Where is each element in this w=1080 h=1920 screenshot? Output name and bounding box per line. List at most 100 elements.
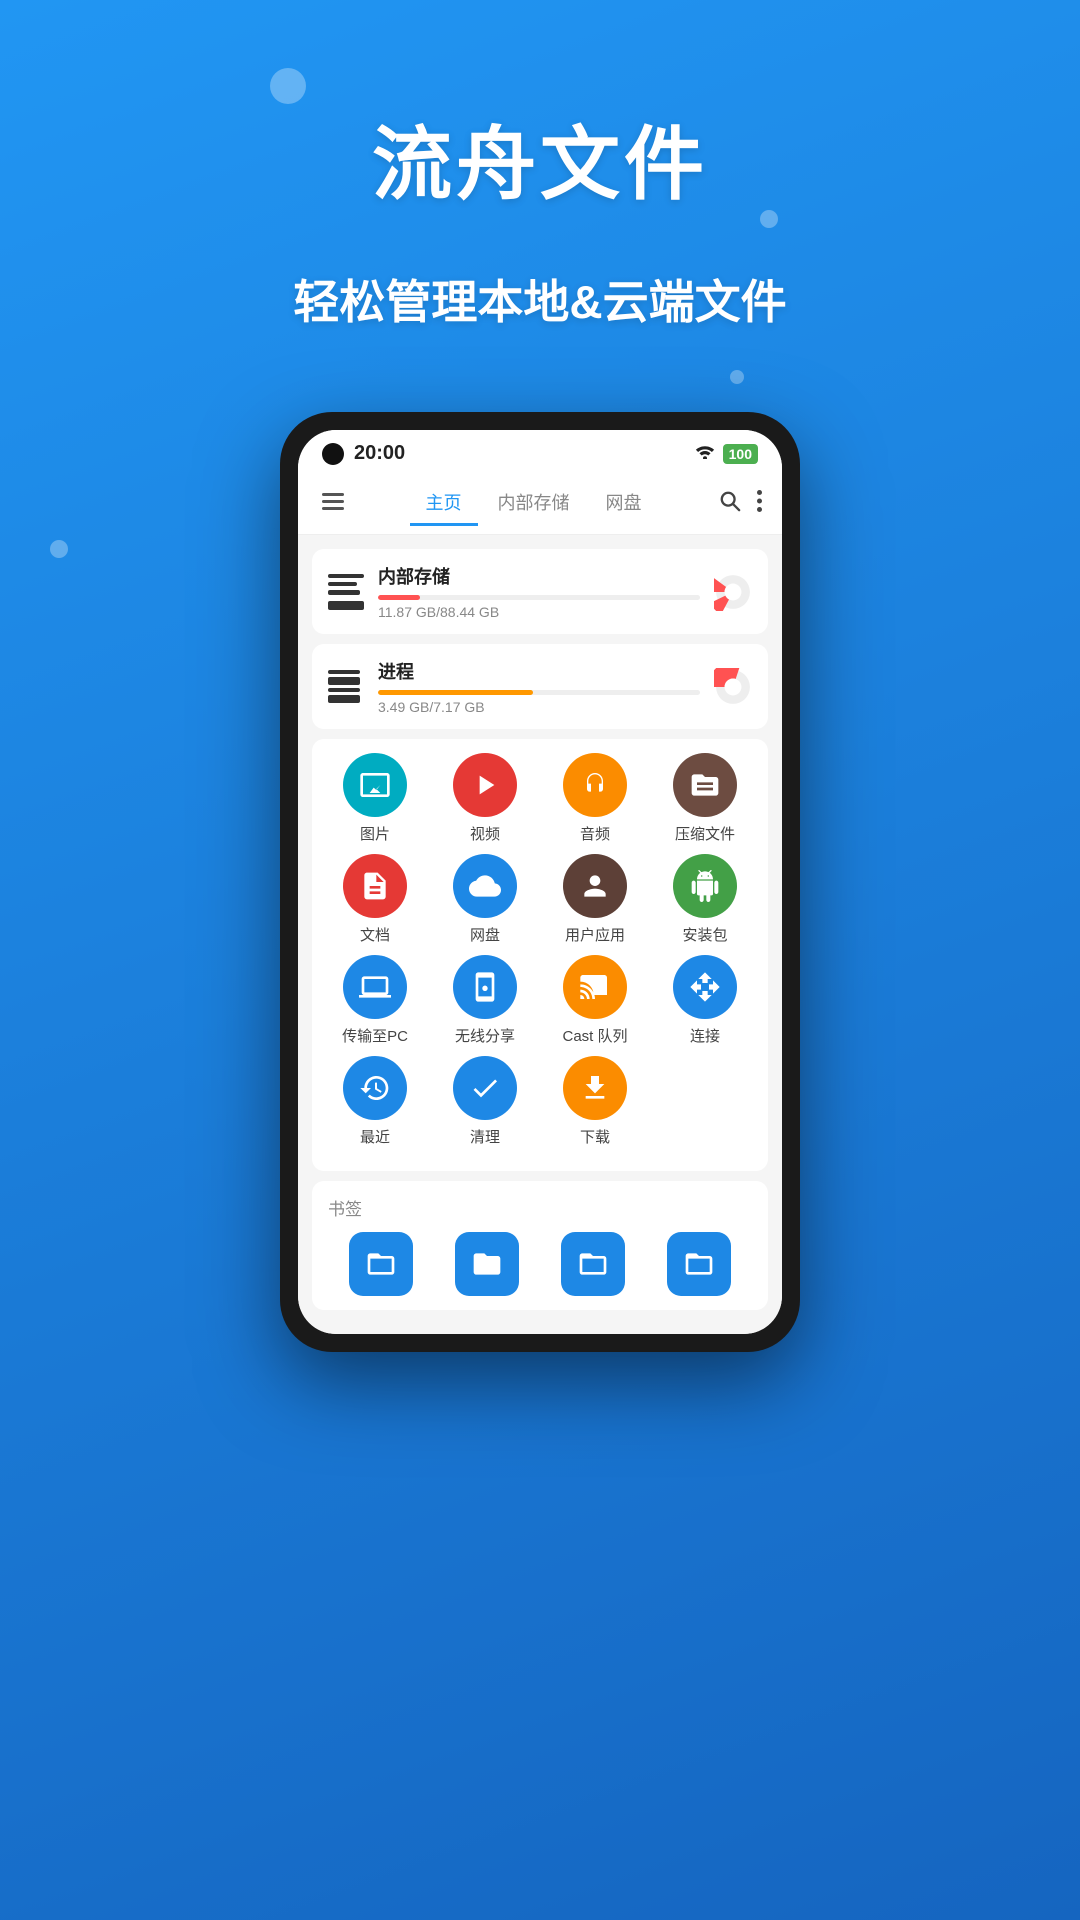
status-bar: 20:00 100	[298, 430, 782, 473]
app-title: 流舟文件	[0, 100, 1080, 216]
icon-user-apps[interactable]: 用户应用	[555, 854, 635, 945]
icon-docs[interactable]: 文档	[335, 854, 415, 945]
internal-storage-percent: 13%	[674, 595, 700, 596]
process-usage: 3.49 GB/7.17 GB	[378, 699, 700, 715]
camera-dot	[322, 443, 344, 465]
archive-circle	[673, 753, 737, 817]
docs-label: 文档	[360, 924, 390, 945]
bookmark-section: 书签	[312, 1181, 768, 1310]
icon-archive[interactable]: 压缩文件	[665, 753, 745, 844]
icon-row-2: 文档 网盘 用户应用	[320, 854, 760, 945]
connect-label: 连接	[690, 1025, 720, 1046]
nav-tabs: 主页 内部存储 网盘	[360, 481, 707, 526]
connect-circle	[673, 955, 737, 1019]
internal-storage-info: 内部存储 13% 11.87 GB/88.44 GB	[378, 563, 700, 620]
tab-cloud[interactable]: 网盘	[590, 481, 658, 526]
decorative-dot-2	[760, 210, 778, 228]
netdisk-circle	[453, 854, 517, 918]
internal-storage-title: 内部存储	[378, 563, 700, 589]
decorative-dot-3	[730, 370, 744, 384]
storage-icon	[328, 574, 364, 610]
header: 流舟文件 轻松管理本地&云端文件	[0, 0, 1080, 362]
icon-row-3: 传输至PC 无线分享 Cast 队列	[320, 955, 760, 1046]
process-icon	[328, 669, 364, 705]
phone-mockup-container: 20:00 100	[0, 412, 1080, 1352]
video-label: 视频	[470, 823, 500, 844]
tab-home[interactable]: 主页	[410, 481, 478, 526]
status-bar-left: 20:00	[322, 442, 405, 465]
internal-storage-chart	[714, 573, 752, 611]
process-fill	[378, 690, 533, 695]
process-percent: 48%	[539, 690, 565, 691]
icon-photos[interactable]: 图片	[335, 753, 415, 844]
decorative-dot-1	[270, 68, 306, 104]
audio-label: 音频	[580, 823, 610, 844]
audio-circle	[563, 753, 627, 817]
netdisk-label: 网盘	[470, 924, 500, 945]
icon-row-1: 图片 视频 音频	[320, 753, 760, 844]
process-progress-bar: 48%	[378, 690, 700, 695]
main-content: 内部存储 13% 11.87 GB/88.44 GB	[298, 535, 782, 1334]
cast-label: Cast 队列	[562, 1025, 627, 1046]
icon-apk[interactable]: 安装包	[665, 854, 745, 945]
decorative-dot-4	[50, 540, 68, 558]
transfer-label: 传输至PC	[342, 1025, 408, 1046]
icon-clean[interactable]: 清理	[445, 1056, 525, 1147]
recent-circle	[343, 1056, 407, 1120]
video-circle	[453, 753, 517, 817]
phone-mockup: 20:00 100	[280, 412, 800, 1352]
icon-netdisk[interactable]: 网盘	[445, 854, 525, 945]
app-subtitle: 轻松管理本地&云端文件	[0, 266, 1080, 332]
internal-storage-card[interactable]: 内部存储 13% 11.87 GB/88.44 GB	[312, 549, 768, 634]
icon-wireless[interactable]: 无线分享	[445, 955, 525, 1046]
photos-label: 图片	[360, 823, 390, 844]
photos-circle	[343, 753, 407, 817]
recent-label: 最近	[360, 1126, 390, 1147]
wireless-circle	[453, 955, 517, 1019]
icon-cast[interactable]: Cast 队列	[555, 955, 635, 1046]
download-circle	[563, 1056, 627, 1120]
bookmark-2[interactable]	[455, 1232, 519, 1296]
icon-grid: 图片 视频 音频	[312, 739, 768, 1171]
process-card[interactable]: 进程 48% 3.49 GB/7.17 GB	[312, 644, 768, 729]
battery-indicator: 100	[723, 444, 758, 464]
user-apps-label: 用户应用	[565, 924, 625, 945]
nav-actions	[715, 486, 766, 522]
internal-storage-progress-bar: 13%	[378, 595, 700, 600]
icon-video[interactable]: 视频	[445, 753, 525, 844]
status-bar-right: 100	[695, 443, 758, 464]
nav-menu-icon[interactable]	[314, 487, 352, 521]
wireless-label: 无线分享	[455, 1025, 515, 1046]
archive-label: 压缩文件	[675, 823, 735, 844]
wifi-icon	[695, 443, 715, 464]
status-time: 20:00	[354, 442, 405, 465]
docs-circle	[343, 854, 407, 918]
bookmark-row	[328, 1232, 752, 1296]
icon-recent[interactable]: 最近	[335, 1056, 415, 1147]
cast-circle	[563, 955, 627, 1019]
download-label: 下载	[580, 1126, 610, 1147]
bookmark-4[interactable]	[667, 1232, 731, 1296]
nav-bar: 主页 内部存储 网盘	[298, 473, 782, 535]
icon-connect[interactable]: 连接	[665, 955, 745, 1046]
internal-storage-fill	[378, 595, 420, 600]
more-icon[interactable]	[753, 486, 766, 522]
clean-label: 清理	[470, 1126, 500, 1147]
bookmark-3[interactable]	[561, 1232, 625, 1296]
search-icon[interactable]	[715, 486, 745, 522]
phone-screen: 20:00 100	[298, 430, 782, 1334]
process-chart	[714, 668, 752, 706]
icon-audio[interactable]: 音频	[555, 753, 635, 844]
bookmark-1[interactable]	[349, 1232, 413, 1296]
icon-transfer[interactable]: 传输至PC	[335, 955, 415, 1046]
clean-circle	[453, 1056, 517, 1120]
icon-download[interactable]: 下载	[555, 1056, 635, 1147]
user-apps-circle	[563, 854, 627, 918]
apk-circle	[673, 854, 737, 918]
process-info: 进程 48% 3.49 GB/7.17 GB	[378, 658, 700, 715]
process-title: 进程	[378, 658, 700, 684]
tab-internal-storage[interactable]: 内部存储	[482, 481, 586, 526]
icon-row-4: 最近 清理 下载	[320, 1056, 760, 1147]
internal-storage-usage: 11.87 GB/88.44 GB	[378, 604, 700, 620]
apk-label: 安装包	[682, 924, 727, 945]
